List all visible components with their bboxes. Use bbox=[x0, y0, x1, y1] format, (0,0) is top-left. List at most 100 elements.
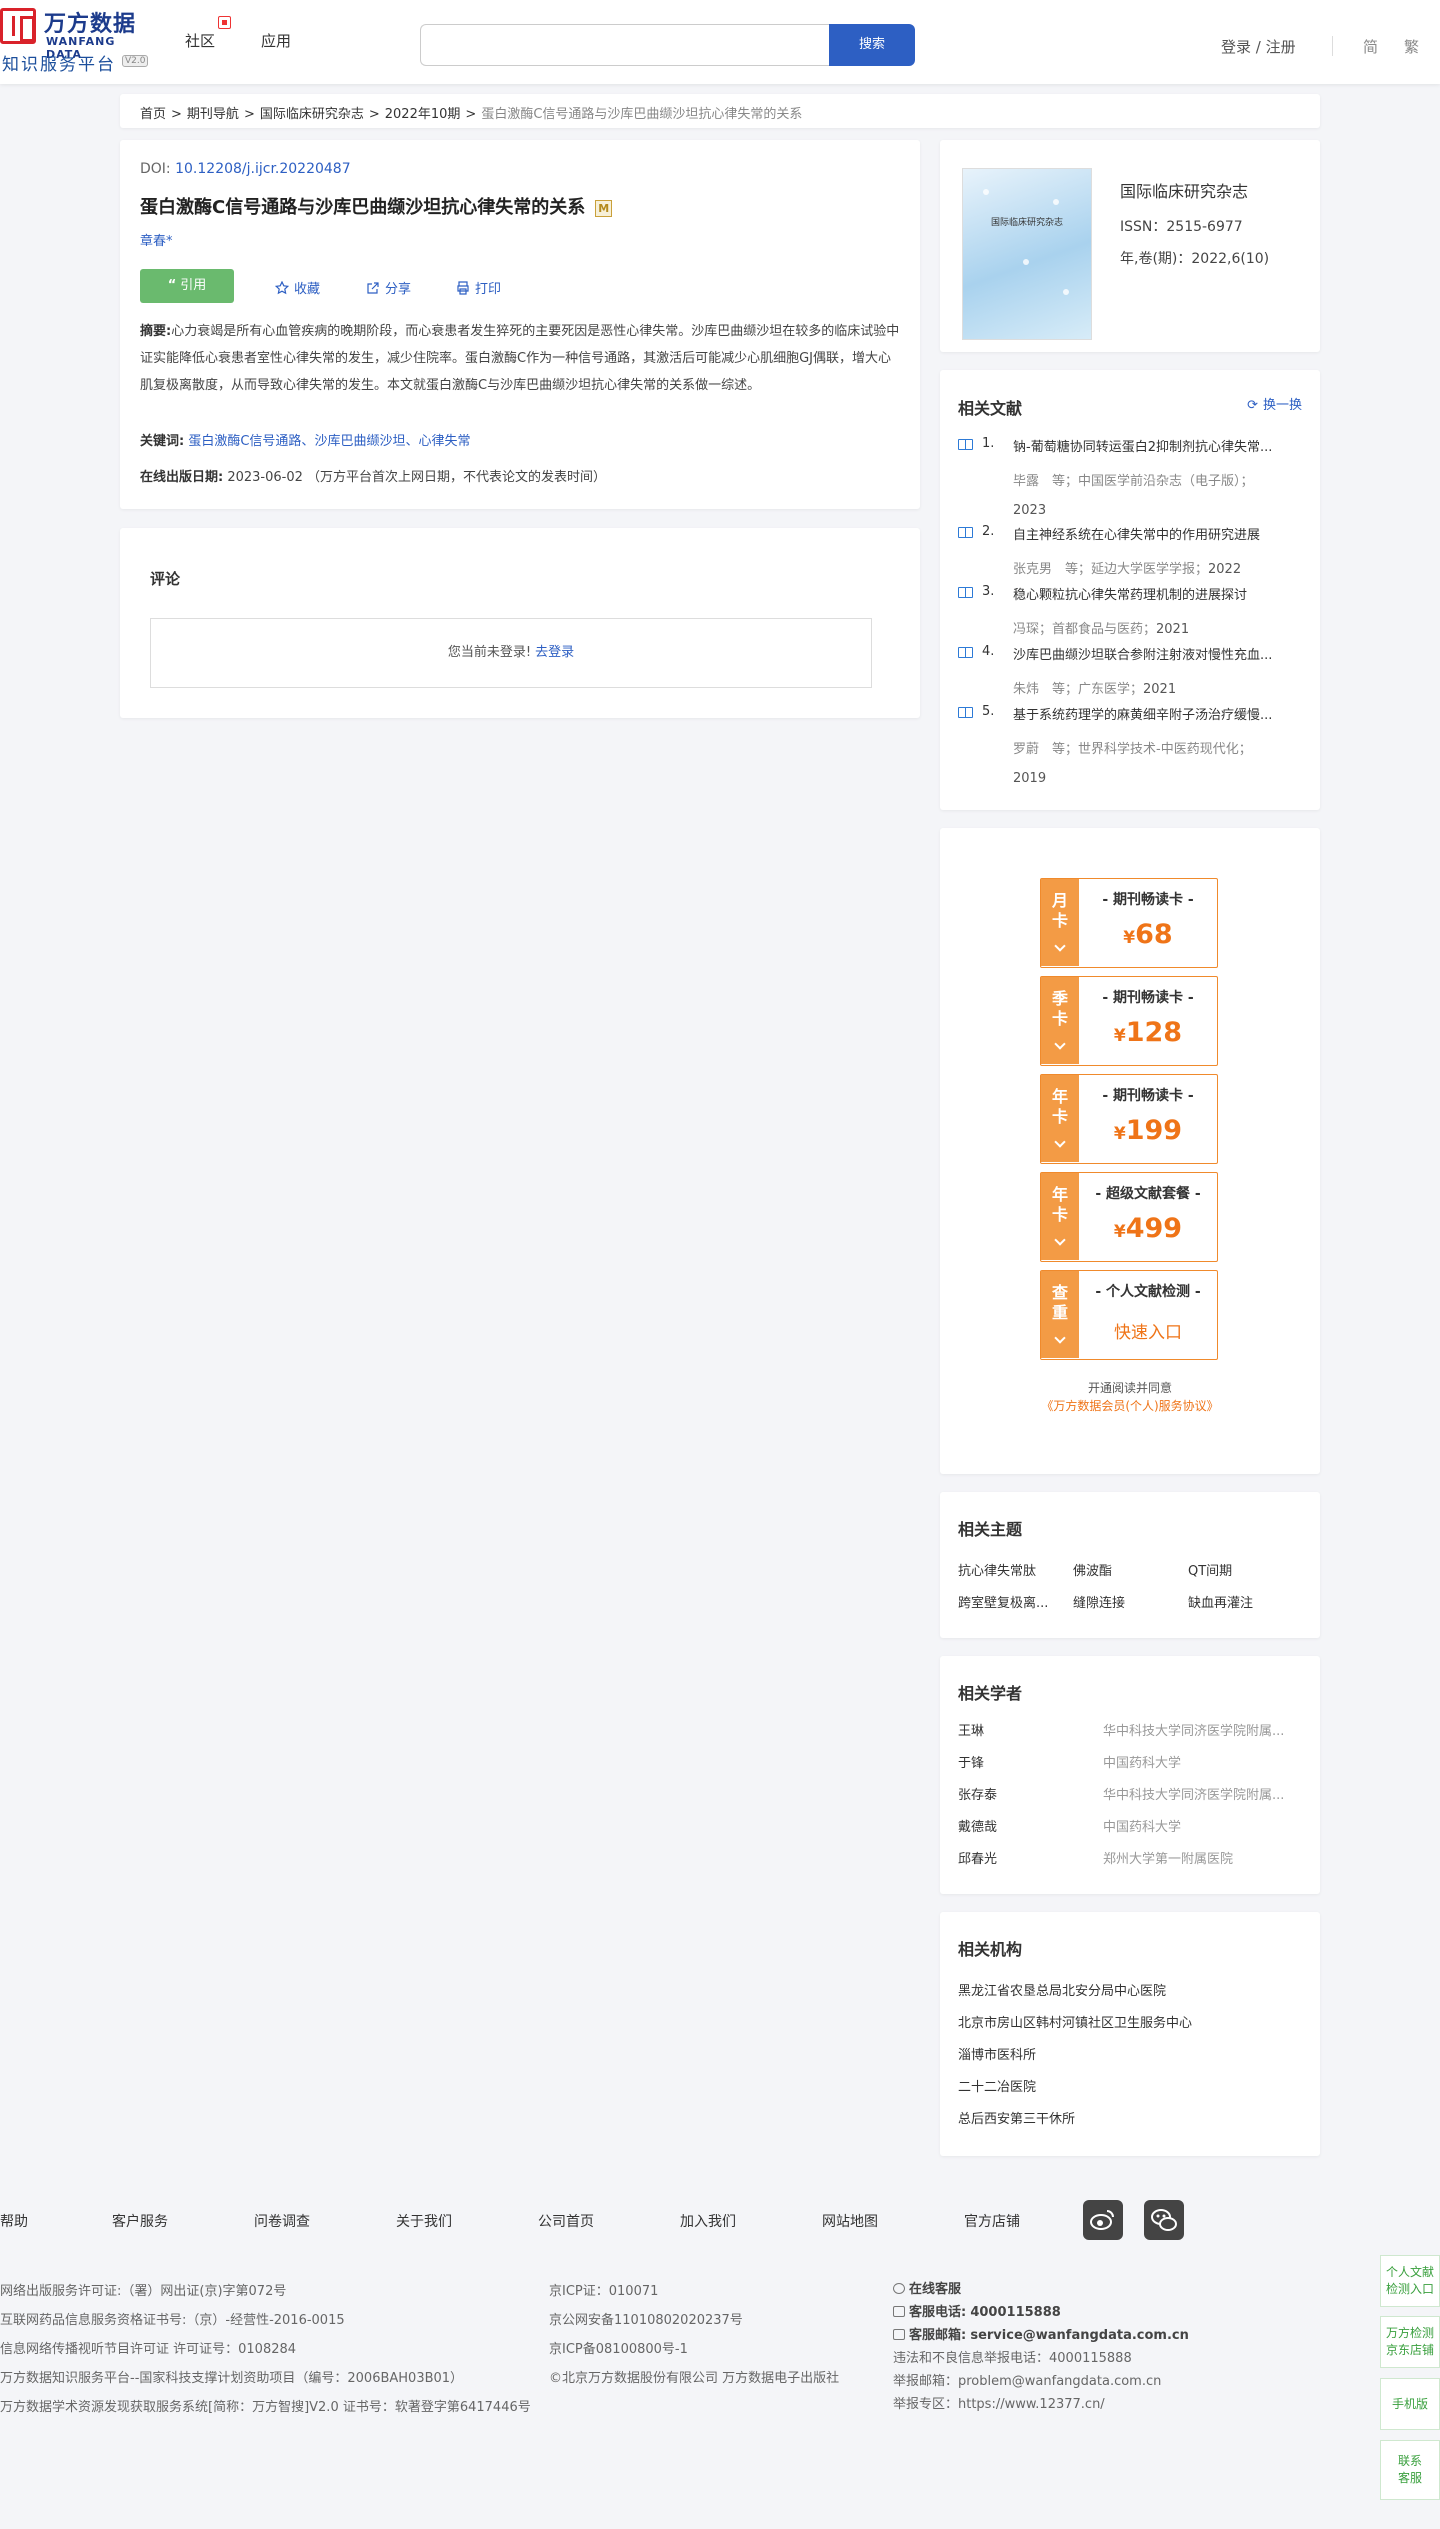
journal-issue: 年,卷(期)：2022,6(10) bbox=[1120, 251, 1270, 267]
footer-survey[interactable]: 问卷调查 bbox=[254, 2211, 310, 2231]
weibo-icon[interactable] bbox=[1083, 2200, 1123, 2240]
refresh-button[interactable]: ⟳ 换一换 bbox=[1247, 394, 1302, 413]
print-label: 打印 bbox=[475, 282, 502, 297]
nav-apps[interactable]: 应用 bbox=[261, 30, 291, 51]
headset-icon bbox=[893, 2283, 905, 2294]
topic-link[interactable]: 抗心律失常肽 bbox=[958, 1560, 1036, 1579]
keyword-link[interactable]: 心律失常 bbox=[418, 434, 470, 449]
institution-link[interactable]: 北京市房山区韩村河镇社区卫生服务中心 bbox=[958, 2012, 1192, 2031]
cover-dot bbox=[1053, 199, 1059, 205]
institution-link[interactable]: 黑龙江省农垦总局北安分局中心医院 bbox=[958, 1980, 1166, 1999]
quote-icon: “ bbox=[167, 278, 177, 293]
scholar-unit[interactable]: 中国药科大学 bbox=[1103, 1752, 1303, 1771]
topic-link[interactable]: QT间期 bbox=[1188, 1560, 1232, 1579]
item-title[interactable]: 自主神经系统在心律失常中的作用研究进展 bbox=[1013, 524, 1303, 543]
lang-simplified[interactable]: 简 bbox=[1363, 36, 1378, 57]
topic-link[interactable]: 缝隙连接 bbox=[1073, 1592, 1125, 1611]
footer-company-home[interactable]: 公司首页 bbox=[538, 2211, 594, 2231]
quick-entry-link[interactable]: 快速入口 bbox=[1079, 1318, 1217, 1343]
float-jd-store[interactable]: 万方检测京东店铺 bbox=[1380, 2316, 1440, 2368]
cite-label: 引用 bbox=[180, 278, 207, 293]
footer-customer-service[interactable]: 客户服务 bbox=[112, 2211, 168, 2231]
print-button[interactable]: 打印 bbox=[456, 278, 501, 297]
scholar-unit[interactable]: 郑州大学第一附属医院 bbox=[1103, 1848, 1303, 1867]
float-personal-check[interactable]: 个人文献检测入口 bbox=[1380, 2255, 1440, 2307]
related-scholars-card: 相关学者 王琳 华中科技大学同济医学院附属... 于锋 中国药科大学 张存泰 华… bbox=[940, 1656, 1320, 1894]
online-service-link[interactable]: 在线客服 bbox=[893, 2278, 961, 2297]
doi-link[interactable]: 10.12208/j.ijcr.20220487 bbox=[175, 161, 351, 177]
topic-link[interactable]: 缺血再灌注 bbox=[1188, 1592, 1253, 1611]
item-title[interactable]: 钠-葡萄糖协同转运蛋白2抑制剂抗心律失常... bbox=[1013, 436, 1303, 455]
author-link[interactable]: 章春* bbox=[140, 230, 173, 249]
medline-badge: M bbox=[595, 199, 613, 217]
scholar-name[interactable]: 于锋 bbox=[958, 1752, 984, 1771]
footer-sitemap[interactable]: 网站地图 bbox=[822, 2211, 878, 2231]
institutions-title: 相关机构 bbox=[958, 1940, 1023, 1959]
vip-card-name: - 期刊畅读卡 - bbox=[1102, 1088, 1194, 1104]
lang-traditional[interactable]: 繁 bbox=[1404, 36, 1419, 57]
share-button[interactable]: 分享 bbox=[366, 278, 411, 297]
vip-yearly-card[interactable]: 年卡 - 期刊畅读卡 - ¥199 bbox=[1040, 1074, 1218, 1164]
wechat-icon[interactable] bbox=[1144, 2200, 1184, 2240]
double-chevron-icon bbox=[1054, 940, 1066, 952]
wanfang-logo[interactable]: 万方数据 WANFANG DATA 知识服务平台 V2.0 bbox=[0, 6, 156, 75]
float-mobile[interactable]: 手机版 bbox=[1380, 2378, 1440, 2430]
abstract: 摘要:心力衰竭是所有心血管疾病的晚期阶段，而心衰患者发生猝死的主要死因是恶性心律… bbox=[140, 318, 900, 399]
crumb-issue[interactable]: 2022年10期 bbox=[385, 107, 461, 122]
keyword-link[interactable]: 沙库巴曲缬沙坦 bbox=[314, 434, 405, 449]
vip-quarterly-card[interactable]: 季卡 - 期刊畅读卡 - ¥128 bbox=[1040, 976, 1218, 1066]
float-contact[interactable]: 联系客服 bbox=[1380, 2440, 1440, 2500]
vip-card-name: - 个人文献检测 - bbox=[1095, 1284, 1201, 1300]
item-title[interactable]: 沙库巴曲缬沙坦联合参附注射液对慢性充血... bbox=[1013, 644, 1303, 663]
service-agreement-link[interactable]: 《万方数据会员(个人)服务协议》 bbox=[940, 1397, 1320, 1414]
scholar-name[interactable]: 张存泰 bbox=[958, 1784, 997, 1803]
item-title[interactable]: 基于系统药理学的麻黄细辛附子汤治疗缓慢... bbox=[1013, 704, 1303, 723]
keyword-link[interactable]: 蛋白激酶C信号通路 bbox=[188, 434, 301, 449]
crumb-current: 蛋白激酶C信号通路与沙库巴曲缬沙坦抗心律失常的关系 bbox=[481, 107, 803, 122]
item-title[interactable]: 稳心颗粒抗心律失常药理机制的进展探讨 bbox=[1013, 584, 1303, 603]
institution-link[interactable]: 淄博市医科所 bbox=[958, 2044, 1036, 2063]
crumb-journal-nav[interactable]: 期刊导航 bbox=[187, 107, 239, 122]
vip-card-price: ¥199 bbox=[1079, 1115, 1217, 1146]
journal-name[interactable]: 国际临床研究杂志 bbox=[1120, 178, 1248, 202]
scholar-name[interactable]: 邱春光 bbox=[958, 1848, 997, 1867]
go-login-link[interactable]: 去登录 bbox=[535, 645, 574, 660]
vip-side-label: 年卡 bbox=[1051, 1087, 1068, 1126]
footer-help[interactable]: 帮助 bbox=[0, 2211, 28, 2231]
report-zone-link[interactable]: 举报专区：https://www.12377.cn/ bbox=[893, 2393, 1105, 2412]
institution-link[interactable]: 总后西安第三干休所 bbox=[958, 2108, 1075, 2127]
vip-monthly-card[interactable]: 月卡 - 期刊畅读卡 - ¥68 bbox=[1040, 878, 1218, 968]
crumb-journal[interactable]: 国际临床研究杂志 bbox=[260, 107, 364, 122]
topic-link[interactable]: 跨室壁复极离... bbox=[958, 1592, 1048, 1611]
scholar-unit[interactable]: 华中科技大学同济医学院附属... bbox=[1103, 1784, 1303, 1803]
nav-community[interactable]: 社区 bbox=[185, 30, 215, 51]
item-year: 2023 bbox=[1013, 503, 1047, 518]
cover-dot bbox=[1063, 289, 1069, 295]
crumb-home[interactable]: 首页 bbox=[140, 107, 166, 122]
book-icon bbox=[958, 587, 973, 598]
scholar-unit[interactable]: 华中科技大学同济医学院附属... bbox=[1103, 1720, 1303, 1739]
price-value: 128 bbox=[1125, 1017, 1183, 1048]
journal-cover[interactable]: 国际临床研究杂志 bbox=[962, 168, 1092, 340]
scholar-unit[interactable]: 中国药科大学 bbox=[1103, 1816, 1303, 1835]
favorite-button[interactable]: 收藏 bbox=[275, 278, 320, 297]
footer-join-us[interactable]: 加入我们 bbox=[680, 2211, 736, 2231]
cite-button[interactable]: “引用 bbox=[140, 269, 234, 303]
version-badge: V2.0 bbox=[122, 55, 149, 67]
plagiarism-check-card[interactable]: 查重 - 个人文献检测 - 快速入口 bbox=[1040, 1270, 1218, 1360]
item-meta: 张克男 等；延边大学医学学报；2022 bbox=[1013, 555, 1303, 584]
search-button[interactable]: 搜索 bbox=[829, 24, 915, 66]
not-logged-text: 您当前未登录! bbox=[447, 645, 532, 660]
vip-super-package-card[interactable]: 年卡 - 超级文献套餐 - ¥499 bbox=[1040, 1172, 1218, 1262]
footer-about[interactable]: 关于我们 bbox=[396, 2211, 452, 2231]
institution-link[interactable]: 二十二冶医院 bbox=[958, 2076, 1036, 2095]
item-meta: 冯琛；首都食品与医药；2021 bbox=[1013, 615, 1303, 644]
keyword-sep: 、 bbox=[405, 434, 419, 449]
publish-date: 在线出版日期: 2023-06-02 （万方平台首次上网日期，不代表论文的发表时… bbox=[140, 466, 606, 485]
login-register-link[interactable]: 登录 / 注册 bbox=[1221, 36, 1296, 57]
search-input[interactable] bbox=[420, 24, 830, 66]
topic-link[interactable]: 佛波酯 bbox=[1073, 1560, 1112, 1579]
scholar-name[interactable]: 戴德哉 bbox=[958, 1816, 997, 1835]
footer-official-store[interactable]: 官方店铺 bbox=[964, 2211, 1020, 2231]
scholar-name[interactable]: 王琳 bbox=[958, 1720, 984, 1739]
